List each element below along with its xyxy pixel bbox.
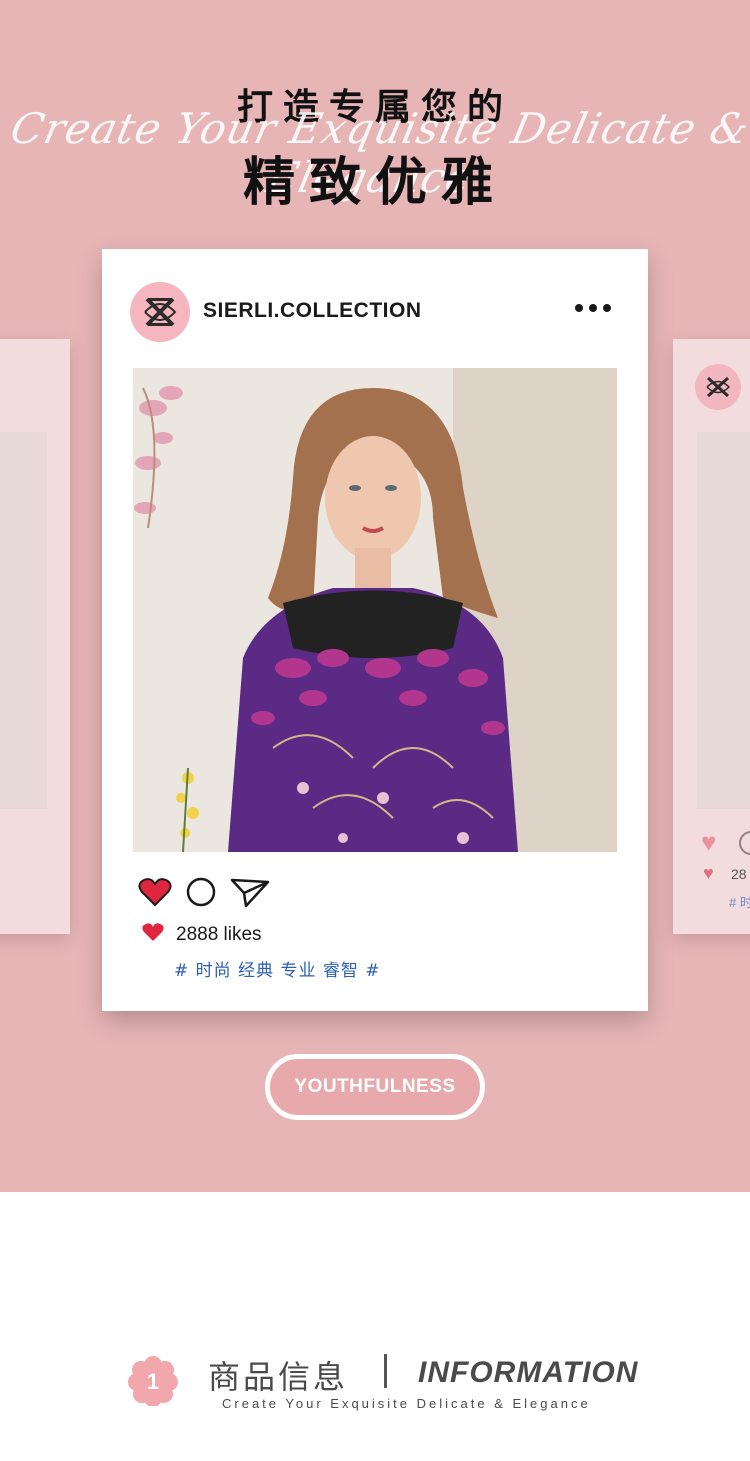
likes-count: 2888 likes: [176, 923, 262, 945]
side-card-left[interactable]: [0, 339, 70, 934]
comment-circle-icon[interactable]: [186, 877, 216, 912]
hero-title-line2: 精致优雅: [242, 153, 507, 213]
heart-icon: ♥: [703, 863, 714, 883]
badge-label: YOUTHFULNESS: [294, 1076, 456, 1097]
info-subtitle: Create Your Exquisite Delicate & Eleganc…: [222, 1396, 591, 1411]
more-dots-icon[interactable]: [575, 304, 611, 312]
side-card-right[interactable]: ♥ ♥ 28 # 时: [673, 339, 750, 934]
post-card: SIERLI.COLLECTION 2888 likes # 时尚 经典 专业 …: [102, 249, 648, 1011]
comment-circle-icon: [739, 831, 750, 855]
side-card-photo-placeholder: [697, 432, 750, 809]
hero-banner: 打造专属您的 Create Your Exquisite Delicate & …: [0, 0, 750, 1192]
send-icon[interactable]: [230, 876, 270, 913]
heart-icon[interactable]: [138, 877, 172, 912]
heart-icon: ♥: [701, 827, 717, 857]
side-likes-text: 28: [731, 866, 747, 882]
post-actions: [138, 876, 270, 913]
hashtags[interactable]: # 时尚 经典 专业 睿智 #: [174, 956, 381, 981]
likes-row: 2888 likes: [142, 922, 262, 947]
side-tags-text: # 时: [729, 895, 750, 910]
youthfulness-badge[interactable]: YOUTHFULNESS: [265, 1054, 485, 1120]
heart-icon: [142, 922, 164, 947]
flower-number-icon: 1: [128, 1356, 178, 1407]
info-title-cn: 商品信息: [208, 1358, 349, 1396]
side-logo-icon: [695, 364, 741, 410]
info-number: 1: [147, 1369, 159, 1394]
info-divider: [384, 1354, 387, 1388]
info-title-en: INFORMATION: [418, 1356, 639, 1389]
side-card-photo-placeholder: [0, 432, 47, 809]
brand-name[interactable]: SIERLI.COLLECTION: [203, 299, 422, 323]
product-photo: [133, 368, 617, 852]
info-section: 1 商品信息 INFORMATION Create Your Exquisite…: [0, 1340, 750, 1420]
sierli-logo-icon[interactable]: [130, 282, 190, 342]
